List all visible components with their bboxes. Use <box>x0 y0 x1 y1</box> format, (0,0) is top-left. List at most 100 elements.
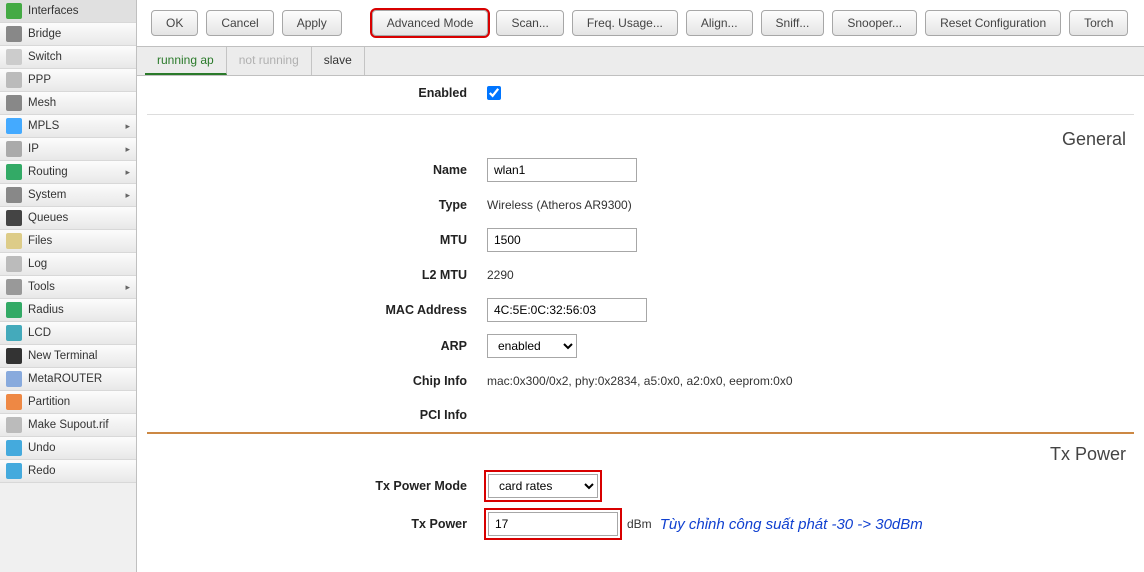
metarouter-icon <box>6 371 22 387</box>
txmode-select[interactable]: card rates <box>488 474 598 498</box>
sidebar-item-label: Mesh <box>28 97 130 109</box>
arp-select[interactable]: enabled <box>487 334 577 358</box>
sidebar-item-lcd[interactable]: LCD <box>0 322 136 345</box>
chevron-right-icon: ▸ <box>125 144 130 155</box>
scan-button[interactable]: Scan... <box>496 10 563 36</box>
tab-not-running[interactable]: not running <box>227 47 312 75</box>
sidebar-item-interfaces[interactable]: Interfaces <box>0 0 136 23</box>
sidebar-item-label: Tools <box>28 281 119 293</box>
mac-input[interactable] <box>487 298 647 322</box>
sidebar-item-label: System <box>28 189 119 201</box>
chevron-right-icon: ▸ <box>125 121 130 132</box>
sidebar-item-label: MetaROUTER <box>28 373 130 385</box>
annotation-text: Tùy chỉnh công suất phát -30 -> 30dBm <box>660 516 923 533</box>
txpower-unit: dBm <box>627 517 652 531</box>
form-area: Enabled General Name Type Wireless (Athe… <box>137 76 1144 572</box>
sidebar-item-new-terminal[interactable]: New Terminal <box>0 345 136 368</box>
align-button[interactable]: Align... <box>686 10 753 36</box>
sidebar-item-label: LCD <box>28 327 130 339</box>
l2mtu-label: L2 MTU <box>147 268 487 282</box>
sidebar-item-tools[interactable]: Tools ▸ <box>0 276 136 299</box>
pci-info-label: PCI Info <box>147 408 487 422</box>
sidebar-item-label: Bridge <box>28 28 130 40</box>
bridge-icon <box>6 26 22 42</box>
system-icon <box>6 187 22 203</box>
sidebar-item-queues[interactable]: Queues <box>0 207 136 230</box>
txpower-input[interactable] <box>488 512 618 536</box>
apply-button[interactable]: Apply <box>282 10 342 36</box>
sidebar-item-partition[interactable]: Partition <box>0 391 136 414</box>
mesh-icon <box>6 95 22 111</box>
sidebar-item-label: New Terminal <box>28 350 130 362</box>
sidebar-item-system[interactable]: System▸ <box>0 184 136 207</box>
sniff-button[interactable]: Sniff... <box>761 10 825 36</box>
advanced-mode-button[interactable]: Advanced Mode <box>372 10 489 36</box>
sidebar-item-label: Make Supout.rif <box>28 419 130 431</box>
type-value: Wireless (Atheros AR9300) <box>487 198 632 212</box>
freq-usage-button[interactable]: Freq. Usage... <box>572 10 678 36</box>
undo-icon <box>6 440 22 456</box>
l2mtu-value: 2290 <box>487 268 514 282</box>
sidebar-item-ppp[interactable]: PPP <box>0 69 136 92</box>
sidebar-item-metarouter[interactable]: MetaROUTER <box>0 368 136 391</box>
sidebar-item-label: Switch <box>28 51 130 63</box>
section-general: General <box>147 119 1134 152</box>
torch-button[interactable]: Torch <box>1069 10 1128 36</box>
sidebar-item-label: Log <box>28 258 130 270</box>
txmode-label: Tx Power Mode <box>147 479 487 493</box>
sidebar-item-redo[interactable]: Redo <box>0 460 136 483</box>
log-icon <box>6 256 22 272</box>
toolbar: OK Cancel Apply Advanced Mode Scan... Fr… <box>137 0 1144 46</box>
sidebar-item-switch[interactable]: Switch <box>0 46 136 69</box>
mac-label: MAC Address <box>147 303 487 317</box>
sidebar-item-undo[interactable]: Undo <box>0 437 136 460</box>
status-tabs: running ap not running slave <box>137 46 1144 76</box>
sidebar-item-label: Routing <box>28 166 119 178</box>
chevron-right-icon: ▸ <box>125 167 130 178</box>
snooper-button[interactable]: Snooper... <box>832 10 917 36</box>
reset-config-button[interactable]: Reset Configuration <box>925 10 1061 36</box>
sidebar-item-label: Radius <box>28 304 130 316</box>
sidebar-item-label: Redo <box>28 465 130 477</box>
sidebar-item-label: Interfaces <box>28 5 130 17</box>
name-label: Name <box>147 163 487 177</box>
sidebar-item-mesh[interactable]: Mesh <box>0 92 136 115</box>
sidebar: InterfacesBridgeSwitchPPPMeshMPLS▸IP▸Rou… <box>0 0 137 572</box>
radius-icon <box>6 302 22 318</box>
tab-running-ap[interactable]: running ap <box>145 47 227 75</box>
sidebar-item-label: Queues <box>28 212 130 224</box>
chip-info-value: mac:0x300/0x2, phy:0x2834, a5:0x0, a2:0x… <box>487 374 793 388</box>
sidebar-item-make-supout-rif[interactable]: Make Supout.rif <box>0 414 136 437</box>
new-terminal-icon <box>6 348 22 364</box>
switch-icon <box>6 49 22 65</box>
mtu-input[interactable] <box>487 228 637 252</box>
tab-slave[interactable]: slave <box>312 47 365 75</box>
ok-button[interactable]: OK <box>151 10 198 36</box>
sidebar-item-files[interactable]: Files <box>0 230 136 253</box>
sidebar-item-mpls[interactable]: MPLS ▸ <box>0 115 136 138</box>
sidebar-item-ip[interactable]: IP▸ <box>0 138 136 161</box>
routing-icon <box>6 164 22 180</box>
chevron-right-icon: ▸ <box>125 282 130 293</box>
enabled-checkbox[interactable] <box>487 86 501 100</box>
arp-label: ARP <box>147 339 487 353</box>
section-txpower: Tx Power <box>147 434 1134 467</box>
name-input[interactable] <box>487 158 637 182</box>
chip-info-label: Chip Info <box>147 374 487 388</box>
sidebar-item-label: PPP <box>28 74 130 86</box>
sidebar-item-log[interactable]: Log <box>0 253 136 276</box>
cancel-button[interactable]: Cancel <box>206 10 273 36</box>
interfaces-icon <box>6 3 22 19</box>
lcd-icon <box>6 325 22 341</box>
sidebar-item-routing[interactable]: Routing ▸ <box>0 161 136 184</box>
partition-icon <box>6 394 22 410</box>
sidebar-item-label: Files <box>28 235 130 247</box>
queues-icon <box>6 210 22 226</box>
sidebar-item-bridge[interactable]: Bridge <box>0 23 136 46</box>
sidebar-item-label: MPLS <box>28 120 119 132</box>
ip-icon <box>6 141 22 157</box>
sidebar-item-label: Partition <box>28 396 130 408</box>
files-icon <box>6 233 22 249</box>
type-label: Type <box>147 198 487 212</box>
sidebar-item-radius[interactable]: Radius <box>0 299 136 322</box>
